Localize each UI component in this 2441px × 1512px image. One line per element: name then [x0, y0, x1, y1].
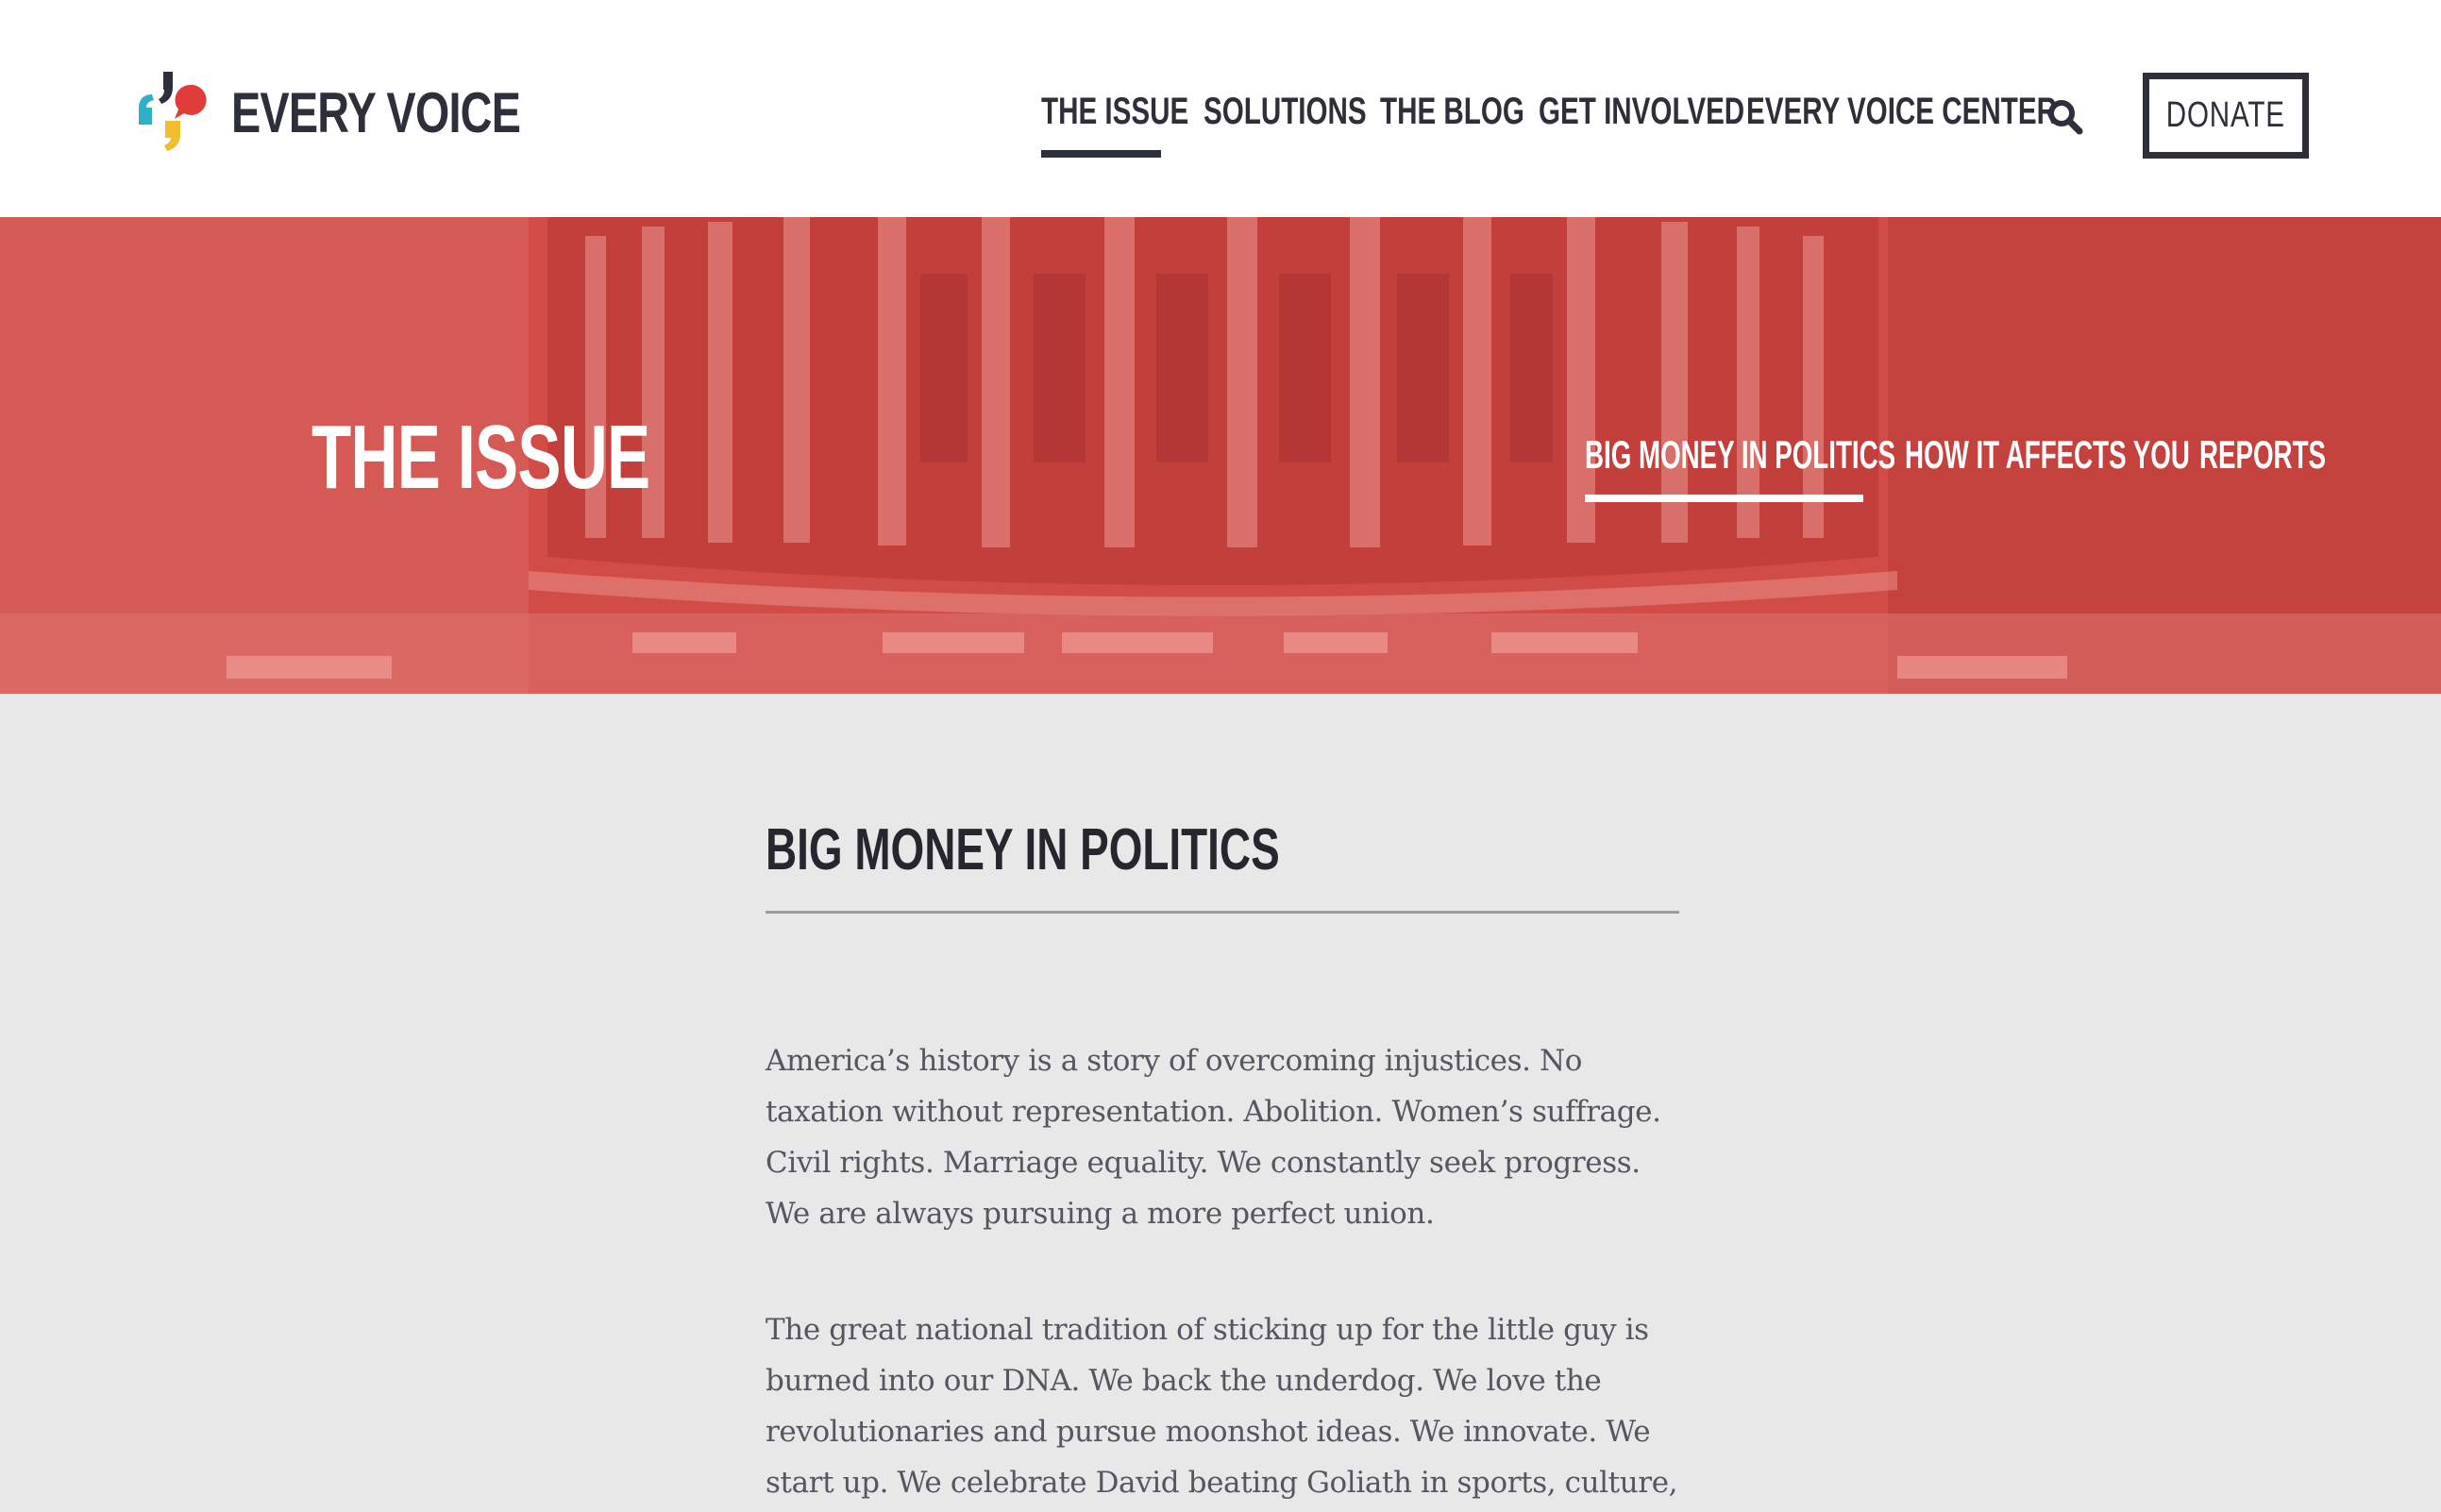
search-button[interactable] [2046, 98, 2084, 136]
nav-get-involved[interactable]: GET INVOLVED [1539, 91, 1744, 147]
donate-label: DONATE [2166, 95, 2285, 135]
hero-title: THE ISSUE [311, 407, 650, 508]
body-paragraph: America’s history is a story of overcomi… [766, 1044, 1661, 1231]
site-header: EVERY VOICE THE ISSUE SOLUTIONS THE BLOG… [0, 0, 2441, 217]
subnav-active-indicator [1585, 495, 1863, 502]
logo-mark-icon [139, 72, 207, 151]
nav-every-voice-center[interactable]: EVERY VOICE CENTER [1746, 91, 2057, 147]
logo[interactable]: EVERY VOICE [137, 70, 601, 155]
nav-the-blog[interactable]: THE BLOG [1380, 91, 1524, 147]
main-content: BIG MONEY IN POLITICS America’s history … [0, 694, 2441, 1512]
subnav-how-it-affects-you[interactable]: HOW IT AFFECTS YOU [1905, 432, 2190, 478]
nav-active-indicator [1041, 150, 1161, 158]
logo-text: EVERY VOICE [231, 80, 521, 144]
search-icon [2048, 100, 2083, 135]
hero-banner: THE ISSUE BIG MONEY IN POLITICS HOW IT A… [0, 217, 2441, 694]
nav-the-issue[interactable]: THE ISSUE [1041, 91, 1188, 147]
subnav-big-money[interactable]: BIG MONEY IN POLITICS [1585, 432, 1895, 478]
section-divider [766, 911, 1679, 914]
body-paragraph: The great national tradition of sticking… [766, 1313, 1678, 1500]
donate-button[interactable]: DONATE [2143, 73, 2309, 159]
nav-solutions[interactable]: SOLUTIONS [1204, 91, 1367, 147]
subnav-reports[interactable]: REPORTS [2199, 432, 2326, 478]
section-title: BIG MONEY IN POLITICS [766, 817, 1280, 882]
